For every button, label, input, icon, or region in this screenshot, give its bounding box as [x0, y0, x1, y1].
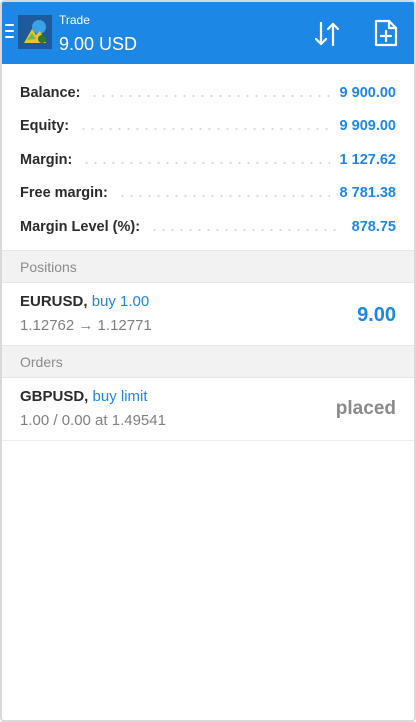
position-action: buy 1.00 — [91, 293, 150, 310]
free-margin-label: Free margin: — [20, 185, 108, 202]
margin-level-label: Margin Level (%): — [20, 218, 141, 235]
dotted-leader — [150, 228, 342, 231]
position-title: EURUSD, buy 1.00 — [20, 293, 149, 310]
order-details: 1.00 / 0.00 at 1.49541 — [20, 412, 166, 429]
hamburger-menu-icon[interactable] — [5, 24, 14, 42]
equity-label: Equity: — [20, 118, 70, 135]
margin-row: Margin: 1 127.62 — [2, 143, 414, 177]
margin-label: Margin: — [20, 151, 73, 168]
top-app-bar: Trade 9.00 USD — [2, 2, 414, 64]
screen-title: Trade — [59, 13, 90, 27]
balance-label: Balance: — [20, 84, 81, 101]
order-title: GBPUSD, buy limit — [20, 388, 148, 405]
margin-value: 1 127.62 — [339, 151, 396, 168]
position-item[interactable]: EURUSD, buy 1.00 1.12762 → 1.12771 9.00 — [2, 284, 414, 346]
order-action: buy limit — [92, 388, 148, 405]
position-prices: 1.12762 → 1.12771 — [20, 317, 152, 334]
new-order-icon[interactable] — [373, 18, 399, 48]
sort-arrows-icon[interactable] — [312, 19, 342, 49]
dotted-leader — [117, 195, 330, 198]
margin-level-row: Margin Level (%): 878.75 — [2, 210, 414, 244]
account-summary: Balance: 9 900.00 Equity: 9 909.00 Margi… — [2, 76, 414, 244]
app-window: Trade 9.00 USD Balance: 9 900.00 Equity:… — [0, 0, 416, 722]
position-symbol: EURUSD, — [20, 293, 88, 310]
equity-value: 9 909.00 — [339, 118, 396, 135]
app-logo-icon — [18, 15, 52, 49]
order-symbol: GBPUSD, — [20, 388, 89, 405]
dotted-leader — [79, 128, 330, 131]
balance-row: Balance: 9 900.00 — [2, 76, 414, 110]
free-margin-value: 8 781.38 — [339, 185, 396, 202]
dotted-leader — [82, 161, 330, 164]
orders-section-header: Orders — [2, 345, 414, 378]
margin-level-value: 878.75 — [351, 218, 396, 235]
free-margin-row: Free margin: 8 781.38 — [2, 177, 414, 211]
positions-section-header: Positions — [2, 250, 414, 283]
position-profit: 9.00 — [357, 304, 396, 326]
order-status: placed — [335, 398, 396, 419]
dotted-leader — [90, 94, 330, 97]
order-item[interactable]: GBPUSD, buy limit 1.00 / 0.00 at 1.49541… — [2, 379, 414, 441]
header-profit-amount: 9.00 USD — [59, 34, 138, 54]
equity-row: Equity: 9 909.00 — [2, 110, 414, 144]
balance-value: 9 900.00 — [339, 84, 396, 101]
